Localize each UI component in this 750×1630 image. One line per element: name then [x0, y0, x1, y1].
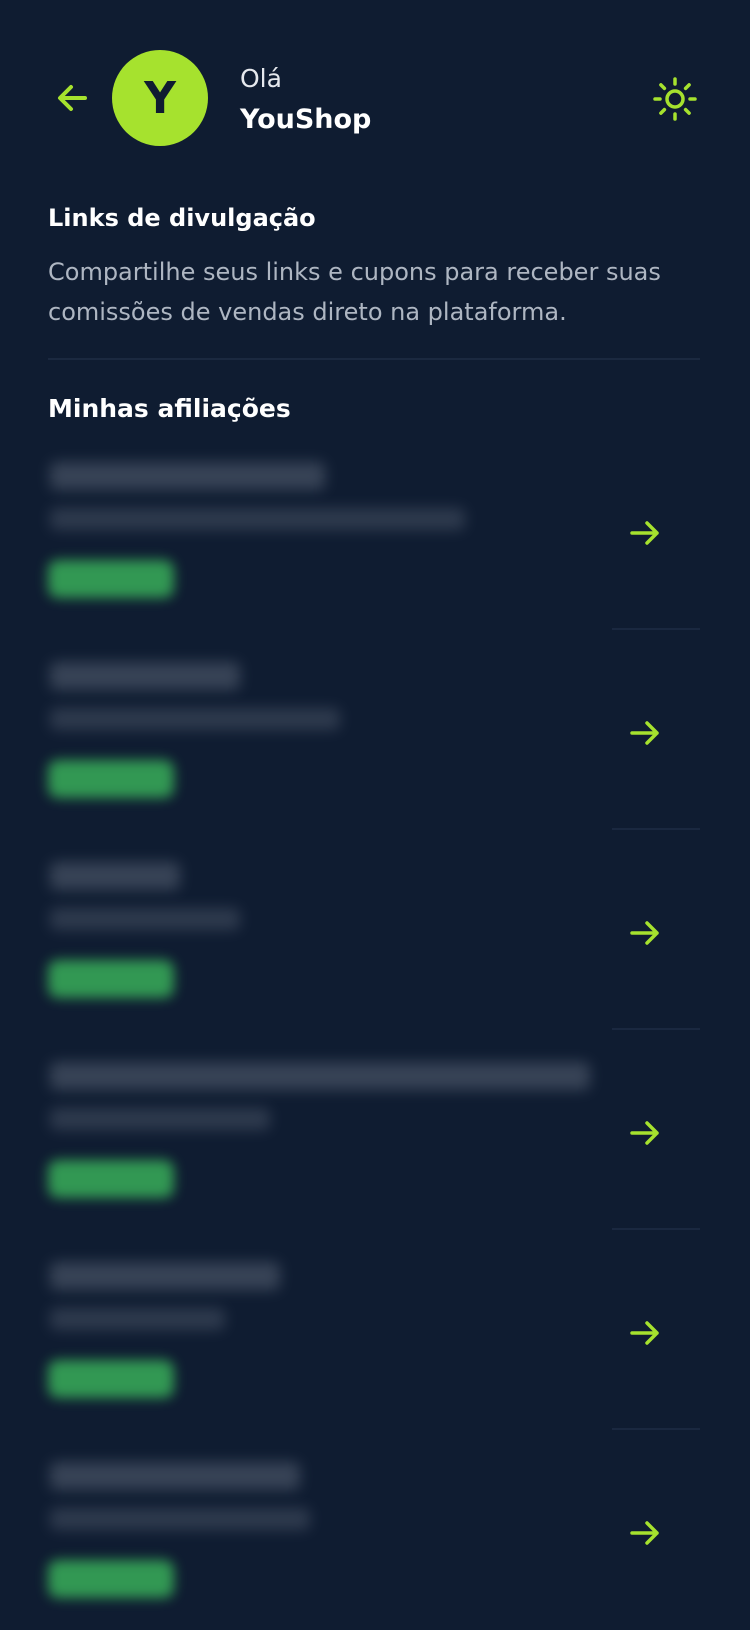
- open-affiliation-button[interactable]: [626, 714, 664, 752]
- affiliation-name-blurred: [50, 1262, 280, 1290]
- arrow-right-icon: [630, 521, 659, 545]
- affiliation-item[interactable]: [0, 1430, 750, 1630]
- affiliation-detail-blurred: [50, 1508, 310, 1530]
- store-name: YouShop: [240, 104, 372, 135]
- affiliation-detail-blurred: [50, 908, 240, 930]
- arrow-left-icon: [58, 85, 87, 111]
- affiliation-item[interactable]: [0, 1030, 750, 1230]
- status-badge-blurred: [48, 1560, 174, 1598]
- header: Y Olá YouShop: [0, 0, 750, 180]
- status-badge-blurred: [48, 1160, 174, 1198]
- affiliation-item[interactable]: [0, 430, 750, 630]
- back-button[interactable]: [52, 78, 92, 118]
- status-badge-blurred: [48, 1360, 174, 1398]
- section-divider: [48, 358, 700, 360]
- affiliation-item[interactable]: [0, 830, 750, 1030]
- arrow-right-icon: [630, 921, 659, 945]
- arrow-right-icon: [630, 1521, 659, 1545]
- affiliation-name-blurred: [50, 1462, 300, 1490]
- arrow-right-icon: [630, 1121, 659, 1145]
- open-affiliation-button[interactable]: [626, 1314, 664, 1352]
- status-badge-blurred: [48, 960, 174, 998]
- affiliation-name-blurred: [50, 462, 325, 490]
- affiliation-name-blurred: [50, 862, 180, 890]
- open-affiliation-button[interactable]: [626, 914, 664, 952]
- avatar[interactable]: Y: [112, 50, 208, 146]
- affiliation-detail-blurred: [50, 708, 340, 730]
- status-badge-blurred: [48, 560, 174, 598]
- affiliation-detail-blurred: [50, 1308, 225, 1330]
- open-affiliation-button[interactable]: [626, 514, 664, 552]
- links-section-description: Compartilhe seus links e cupons para rec…: [48, 258, 661, 326]
- sun-icon: [653, 77, 697, 121]
- affiliation-item[interactable]: [0, 1230, 750, 1430]
- arrow-right-icon: [630, 1321, 659, 1345]
- avatar-letter: Y: [144, 72, 176, 124]
- affiliation-name-blurred: [50, 1062, 590, 1090]
- status-badge-blurred: [48, 760, 174, 798]
- affiliations-list: [0, 430, 750, 1630]
- affiliation-detail-blurred: [50, 1108, 270, 1130]
- affiliation-item[interactable]: [0, 630, 750, 830]
- affiliation-name-blurred: [50, 662, 240, 690]
- links-section-title: Links de divulgação: [48, 204, 316, 232]
- theme-toggle-button[interactable]: [650, 74, 700, 124]
- open-affiliation-button[interactable]: [626, 1114, 664, 1152]
- arrow-right-icon: [630, 721, 659, 745]
- open-affiliation-button[interactable]: [626, 1514, 664, 1552]
- greeting-text: Olá: [240, 64, 282, 93]
- affiliation-detail-blurred: [50, 508, 465, 530]
- affiliations-title: Minhas afiliações: [48, 394, 291, 423]
